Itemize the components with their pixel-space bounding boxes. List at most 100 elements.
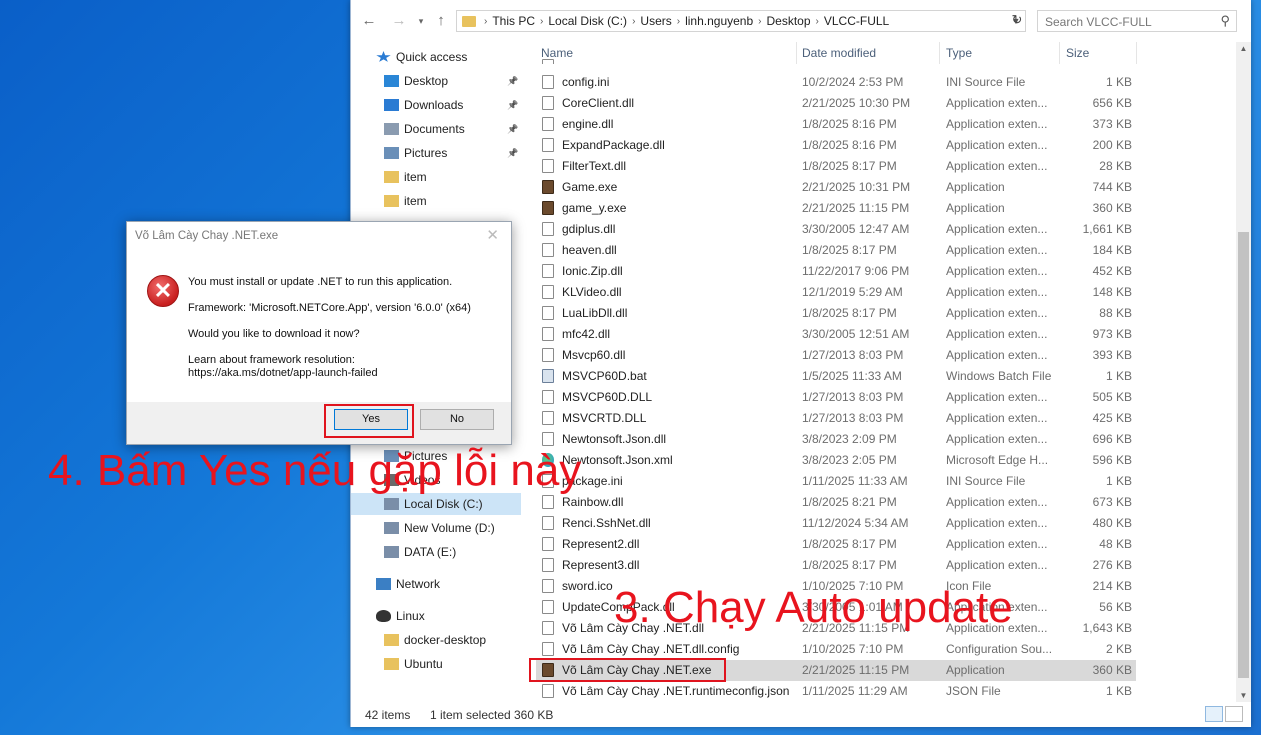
breadcrumb-desktop[interactable]: Desktop xyxy=(764,14,814,28)
scrollbar-thumb[interactable] xyxy=(1238,232,1249,678)
sidebar-item[interactable]: New Volume (D:) xyxy=(351,517,521,539)
file-size: 184 KB xyxy=(1092,243,1132,257)
close-icon[interactable]: ✕ xyxy=(486,226,499,244)
vertical-scrollbar[interactable]: ▲ ▼ xyxy=(1236,42,1251,702)
list-item[interactable]: Renci.SshNet.dll 11/12/2024 5:34 AM Applic… xyxy=(536,513,1136,534)
list-item[interactable]: Ionic.Zip.dll 11/22/2017 9:06 PM Applicati… xyxy=(536,261,1136,282)
list-item[interactable]: package.ini 1/11/2025 11:33 AM INI Source … xyxy=(536,471,1136,492)
drive-icon xyxy=(384,522,399,534)
sidebar-item-label: item xyxy=(404,170,427,184)
search-input[interactable]: Search VLCC-FULL ⚲ xyxy=(1037,10,1237,32)
sidebar-item[interactable]: Documents 📌 xyxy=(351,118,521,140)
file-name: gdiplus.dll xyxy=(562,222,616,236)
list-item[interactable]: Võ Lâm Cày Chay .NET.runtimeconfig.json 1… xyxy=(536,681,1136,702)
list-item[interactable]: engine.dll 1/8/2025 8:16 PM Application ex… xyxy=(536,114,1136,135)
file-size: 200 KB xyxy=(1092,138,1132,152)
file-size: 360 KB xyxy=(1092,663,1132,677)
list-item[interactable]: Newtonsoft.Json.xml 3/8/2023 2:05 PM Micro… xyxy=(536,450,1136,471)
list-item[interactable] xyxy=(536,56,1136,64)
sidebar-item[interactable]: item xyxy=(351,190,521,212)
exe-file-icon xyxy=(542,201,554,215)
sidebar-item[interactable]: Linux xyxy=(351,605,521,627)
file-type: Application xyxy=(946,180,1005,194)
file-type: INI Source File xyxy=(946,474,1026,488)
file-name: FilterText.dll xyxy=(562,159,627,173)
recent-locations-icon[interactable]: ▾ xyxy=(413,12,429,30)
list-item[interactable]: Võ Lâm Cày Chay .NET.dll.config 1/10/2025… xyxy=(536,639,1136,660)
file-date: 11/12/2024 5:34 AM xyxy=(802,516,909,530)
scroll-up-icon[interactable]: ▲ xyxy=(1236,44,1251,53)
list-item[interactable]: Game.exe 2/21/2025 10:31 PM Application 744… xyxy=(536,177,1136,198)
address-input[interactable]: › This PC › Local Disk (C:) › Users › li… xyxy=(456,10,1026,32)
sidebar-item[interactable]: item xyxy=(351,166,521,188)
sidebar-item[interactable]: Ubuntu xyxy=(351,653,521,675)
sidebar-item-label: Documents xyxy=(404,122,465,136)
sidebar-item[interactable]: Quick access xyxy=(351,46,521,68)
list-item[interactable]: Rainbow.dll 1/8/2025 8:21 PM Application e… xyxy=(536,492,1136,513)
search-placeholder: Search VLCC-FULL xyxy=(1045,15,1152,29)
file-size: 596 KB xyxy=(1092,453,1132,467)
file-name: Game.exe xyxy=(562,180,618,194)
sidebar-item[interactable]: Downloads 📌 xyxy=(351,94,521,116)
breadcrumb-vlcc-full[interactable]: VLCC-FULL xyxy=(821,14,892,28)
sidebar-item-label: Local Disk (C:) xyxy=(404,497,483,511)
list-item[interactable]: Represent2.dll 1/8/2025 8:17 PM Applicatio… xyxy=(536,534,1136,555)
list-item[interactable]: game_y.exe 2/21/2025 11:15 PM Application 3… xyxy=(536,198,1136,219)
large-icons-view-icon[interactable] xyxy=(1225,706,1243,722)
dll-file-icon xyxy=(542,411,554,425)
list-item[interactable]: CoreClient.dll 2/21/2025 10:30 PM Applicat… xyxy=(536,93,1136,114)
list-item[interactable]: heaven.dll 1/8/2025 8:17 PM Application ex… xyxy=(536,240,1136,261)
sidebar-item[interactable]: Local Disk (C:) xyxy=(351,493,521,515)
details-view-icon[interactable] xyxy=(1205,706,1223,722)
list-item[interactable]: mfc42.dll 3/30/2005 12:51 AM Application e… xyxy=(536,324,1136,345)
back-icon[interactable]: ← xyxy=(361,12,377,30)
file-date: 2/21/2025 11:15 PM xyxy=(802,663,910,677)
file-type: INI Source File xyxy=(946,75,1026,89)
file-type: Microsoft Edge H... xyxy=(946,453,1049,467)
breadcrumb-local-disk[interactable]: Local Disk (C:) xyxy=(545,14,630,28)
breadcrumb-this-pc[interactable]: This PC xyxy=(489,14,538,28)
file-date: 1/8/2025 8:17 PM xyxy=(802,306,897,320)
up-icon[interactable]: ↑ xyxy=(433,12,449,30)
pin-icon: 📌 xyxy=(507,124,519,134)
list-item[interactable]: LuaLibDll.dll 1/8/2025 8:17 PM Application… xyxy=(536,303,1136,324)
dialog-learn-link[interactable]: https://aka.ms/dotnet/app-launch-failed xyxy=(188,367,378,379)
file-type: Windows Batch File xyxy=(946,369,1052,383)
sidebar-item[interactable]: Pictures 📌 xyxy=(351,142,521,164)
breadcrumb-users[interactable]: Users xyxy=(637,14,674,28)
list-item[interactable]: KLVideo.dll 12/1/2019 5:29 AM Application … xyxy=(536,282,1136,303)
file-size: 88 KB xyxy=(1099,306,1132,320)
file-type: Application exten... xyxy=(946,138,1048,152)
list-item[interactable]: Msvcp60.dll 1/27/2013 8:03 PM Application … xyxy=(536,345,1136,366)
desktop-icon xyxy=(384,75,399,87)
list-item[interactable]: Represent3.dll 1/8/2025 8:17 PM Applicatio… xyxy=(536,555,1136,576)
file-date: 1/27/2013 8:03 PM xyxy=(802,411,904,425)
list-item[interactable]: MSVCP60D.DLL 1/27/2013 8:03 PM Application… xyxy=(536,387,1136,408)
file-date: 1/8/2025 8:17 PM xyxy=(802,159,897,173)
list-item[interactable]: gdiplus.dll 3/30/2005 12:47 AM Application… xyxy=(536,219,1136,240)
file-type: Application exten... xyxy=(946,495,1048,509)
forward-icon[interactable]: → xyxy=(391,12,407,30)
file-size: 28 KB xyxy=(1099,159,1132,173)
list-item[interactable]: MSVCP60D.bat 1/5/2025 11:33 AM Windows Bat… xyxy=(536,366,1136,387)
file-date: 1/8/2025 8:16 PM xyxy=(802,117,897,131)
scroll-down-icon[interactable]: ▼ xyxy=(1236,691,1251,700)
file-type: JSON File xyxy=(946,684,1001,698)
list-item[interactable]: ExpandPackage.dll 1/8/2025 8:16 PM Applica… xyxy=(536,135,1136,156)
sidebar-item[interactable]: docker-desktop xyxy=(351,629,521,651)
breadcrumb-user[interactable]: linh.nguyenb xyxy=(682,14,756,28)
list-item[interactable]: config.ini 10/2/2024 2:53 PM INI Source Fi… xyxy=(536,72,1136,93)
sidebar-item[interactable]: DATA (E:) xyxy=(351,541,521,563)
sidebar-item[interactable]: Network xyxy=(351,573,521,595)
file-icon xyxy=(542,59,554,64)
no-button[interactable]: No xyxy=(420,409,494,430)
list-item[interactable]: MSVCRTD.DLL 1/27/2013 8:03 PM Application … xyxy=(536,408,1136,429)
sidebar-item-label: DATA (E:) xyxy=(404,545,457,559)
list-item[interactable]: Newtonsoft.Json.dll 3/8/2023 2:09 PM Appli… xyxy=(536,429,1136,450)
dll-file-icon xyxy=(542,432,554,446)
refresh-icon[interactable]: ↻ xyxy=(1009,12,1025,30)
file-type: Application exten... xyxy=(946,411,1048,425)
sidebar-item[interactable]: Desktop 📌 xyxy=(351,70,521,92)
dll-file-icon xyxy=(542,516,554,530)
list-item[interactable]: FilterText.dll 1/8/2025 8:17 PM Applicatio… xyxy=(536,156,1136,177)
